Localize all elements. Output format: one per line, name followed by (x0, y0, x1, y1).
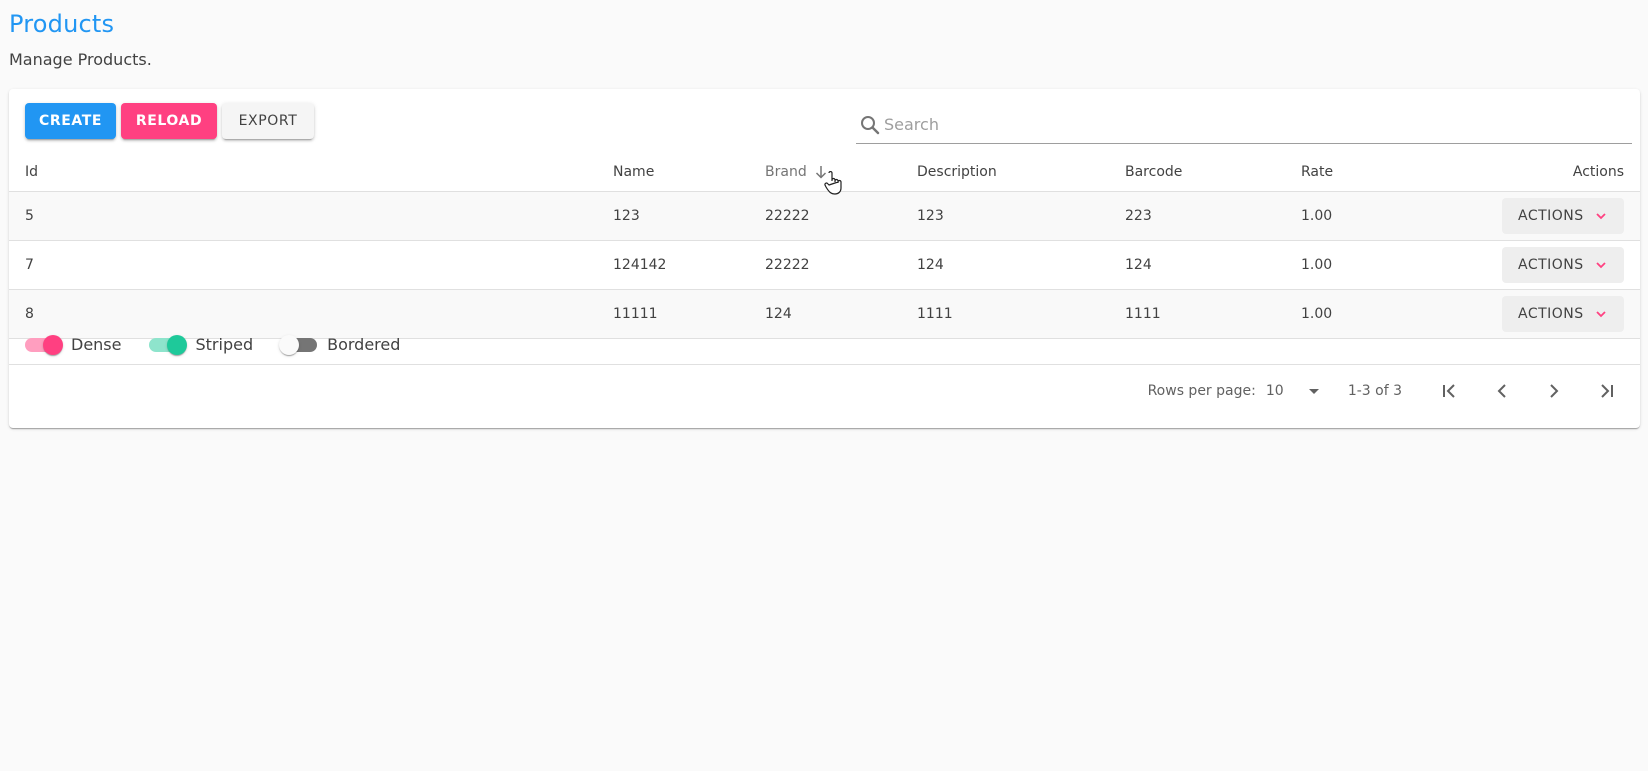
previous-page-button[interactable] (1476, 371, 1528, 411)
cell-actions: ACTIONS (1491, 240, 1640, 290)
bordered-toggle-thumb (279, 334, 300, 355)
hand-pointer-cursor-icon (824, 171, 842, 195)
table-options: Dense Striped Bordered (25, 325, 428, 364)
row-actions-button[interactable]: ACTIONS (1502, 295, 1624, 332)
chevron-left-icon (1497, 384, 1506, 398)
last-page-button[interactable] (1580, 371, 1632, 411)
rows-per-page-select[interactable]: 10 (1266, 381, 1324, 401)
column-header-rate[interactable]: Rate (1301, 153, 1491, 192)
cell-brand: 22222 (765, 191, 917, 241)
search-input[interactable] (882, 115, 1632, 134)
chevron-down-icon (1596, 212, 1606, 219)
rows-per-page-value: 10 (1265, 383, 1284, 399)
reload-button[interactable]: RELOAD (121, 103, 217, 139)
cell-id: 7 (9, 240, 613, 290)
page-title: Products (9, 10, 115, 38)
page-subtitle: Manage Products. (9, 50, 152, 69)
next-page-button[interactable] (1528, 371, 1580, 411)
cell-name: 124142 (613, 240, 765, 290)
cell-rate: 1.00 (1301, 191, 1491, 241)
dense-toggle-thumb (43, 334, 63, 355)
cell-brand: 22222 (765, 240, 917, 290)
bordered-toggle-track (279, 334, 318, 355)
cell-description: 124 (917, 240, 1125, 290)
column-header-actions: Actions (1491, 153, 1640, 192)
toolbar: CREATE RELOAD EXPORT (25, 103, 314, 139)
column-header-description[interactable]: Description (917, 153, 1125, 192)
row-actions-button[interactable]: ACTIONS (1502, 246, 1624, 283)
cell-rate: 1.00 (1301, 289, 1491, 339)
chevron-right-icon (1550, 384, 1559, 398)
dense-toggle-label: Dense (71, 335, 122, 354)
row-actions-label: ACTIONS (1518, 207, 1584, 224)
bordered-toggle[interactable]: Bordered (279, 334, 401, 355)
pagination: Rows per page: 10 1-3 of 3 (1148, 365, 1640, 417)
rows-per-page-label: Rows per page: (1147, 383, 1256, 399)
cell-actions: ACTIONS (1491, 191, 1640, 241)
cell-name: 123 (613, 191, 765, 241)
search-icon (861, 115, 880, 134)
striped-toggle-label: Striped (195, 335, 254, 354)
row-actions-button[interactable]: ACTIONS (1502, 197, 1624, 234)
cell-barcode: 1111 (1125, 289, 1301, 339)
dense-toggle[interactable]: Dense (25, 334, 122, 355)
export-button[interactable]: EXPORT (222, 103, 314, 139)
cell-rate: 1.00 (1301, 240, 1491, 290)
cell-barcode: 124 (1125, 240, 1301, 290)
cell-description: 1111 (917, 289, 1125, 339)
page-range-text: 1-3 of 3 (1347, 383, 1402, 399)
row-actions-label: ACTIONS (1518, 256, 1584, 273)
column-header-name[interactable]: Name (613, 153, 765, 192)
column-header-brand-label: Brand (765, 163, 807, 180)
striped-toggle[interactable]: Striped (149, 334, 254, 355)
striped-toggle-thumb (167, 334, 188, 355)
chevron-down-icon (1596, 261, 1606, 268)
search-bar (856, 106, 1632, 144)
striped-toggle-track (149, 334, 188, 355)
dense-toggle-track (25, 334, 63, 355)
column-header-barcode[interactable]: Barcode (1125, 153, 1301, 192)
cell-actions: ACTIONS (1491, 289, 1640, 339)
cell-barcode: 223 (1125, 191, 1301, 241)
row-actions-label: ACTIONS (1518, 305, 1584, 322)
cell-id: 5 (9, 191, 613, 241)
bordered-toggle-label: Bordered (327, 335, 401, 354)
table-row[interactable]: 7 124142 22222 124 124 1.00 ACTIONS (9, 240, 1640, 290)
dropdown-arrow-icon (1308, 389, 1319, 394)
cell-name: 11111 (613, 289, 765, 339)
first-page-button[interactable] (1424, 371, 1476, 411)
column-header-id[interactable]: Id (9, 153, 613, 192)
chevron-down-icon (1596, 310, 1606, 317)
cell-description: 123 (917, 191, 1125, 241)
table-row[interactable]: 5 123 22222 123 223 1.00 ACTIONS (9, 191, 1640, 241)
first-page-icon (1443, 384, 1455, 398)
products-card: CREATE RELOAD EXPORT Id Name Brand (9, 89, 1640, 428)
last-page-icon (1601, 384, 1613, 398)
create-button[interactable]: CREATE (25, 103, 116, 139)
page-header: Products Manage Products. (9, 8, 152, 70)
cell-brand: 124 (765, 289, 917, 339)
